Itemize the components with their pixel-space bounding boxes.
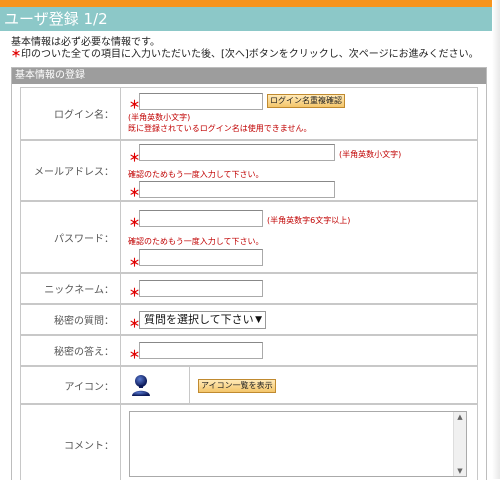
email-confirm-note: 確認のためもう一度入力して下さい。	[128, 170, 264, 179]
intro-line-2: ＊印のついた全ての項目に入力いただいた後、[次へ]ボタンをクリックし、次ページに…	[11, 49, 479, 60]
basic-info-panel: 基本情報の登録 ログイン名： ＊ ログイン名重複確認 (半角英数小文字) 既に登…	[11, 67, 487, 480]
top-accent-strip	[0, 0, 500, 7]
secret-answer-label: 秘密の答え：	[21, 336, 121, 365]
icon-label: アイコン：	[21, 367, 121, 403]
nickname-input[interactable]	[139, 280, 263, 297]
login-duplicate-check-button[interactable]: ログイン名重複確認	[267, 94, 345, 108]
icon-preview-cell	[121, 367, 190, 403]
email-row: メールアドレス： ＊ (半角英数小文字) 確認のためもう一度入力して下さい。 ＊	[20, 140, 478, 201]
icon-row: アイコン： アイコン一覧を表示	[20, 366, 478, 404]
section-header: 基本情報の登録	[12, 68, 486, 84]
required-mark: ＊	[11, 49, 21, 60]
nickname-row: ニックネーム： ＊	[20, 273, 478, 304]
secret-answer-row: 秘密の答え： ＊	[20, 335, 478, 366]
email-confirm-input[interactable]	[139, 181, 335, 198]
page-right-shadow	[492, 0, 500, 479]
dropdown-arrow-icon: ▼	[255, 315, 262, 325]
intro-text: 基本情報は必ず必要な情報です。 ＊印のついた全ての項目に入力いただいた後、[次へ…	[11, 37, 496, 61]
login-name-label: ログイン名：	[21, 88, 121, 139]
secret-answer-input[interactable]	[139, 342, 263, 359]
intro-line-1: 基本情報は必ず必要な情報です。	[11, 37, 160, 48]
title-bar: ユーザ登録 1/2	[0, 7, 500, 31]
login-name-row: ログイン名： ＊ ログイン名重複確認 (半角英数小文字) 既に登録されているログ…	[20, 87, 478, 140]
user-silhouette-icon	[132, 375, 150, 396]
secret-question-select[interactable]: 質問を選択して下さい ▼	[139, 311, 266, 329]
password-label: パスワード：	[21, 202, 121, 272]
login-name-note-2: 既に登録されているログイン名は使用できません。	[128, 124, 312, 133]
email-input[interactable]	[139, 144, 335, 161]
nickname-label: ニックネーム：	[21, 274, 121, 303]
icon-list-button[interactable]: アイコン一覧を表示	[198, 379, 276, 393]
comment-textarea[interactable]: ▲ ▼	[129, 411, 467, 477]
email-hint: (半角英数小文字)	[339, 150, 402, 159]
email-label: メールアドレス：	[21, 141, 121, 200]
secret-question-selected: 質問を選択して下さい	[144, 313, 254, 326]
password-confirm-note: 確認のためもう一度入力して下さい。	[128, 237, 264, 246]
login-name-input[interactable]	[139, 93, 263, 110]
comment-label: コメント：	[21, 405, 121, 480]
comment-row: コメント： ▲ ▼	[20, 404, 478, 480]
scroll-down-arrow-icon[interactable]: ▼	[454, 466, 466, 476]
secret-question-row: 秘密の質問： ＊ 質問を選択して下さい ▼	[20, 304, 478, 335]
password-confirm-input[interactable]	[139, 249, 263, 266]
login-name-note-1: (半角英数小文字)	[128, 113, 191, 122]
secret-question-label: 秘密の質問：	[21, 305, 121, 334]
page-title: ユーザ登録 1/2	[4, 10, 108, 28]
comment-scrollbar[interactable]: ▲ ▼	[453, 412, 466, 476]
scroll-up-arrow-icon[interactable]: ▲	[454, 412, 466, 422]
password-hint: (半角英数字6文字以上)	[267, 216, 351, 225]
password-input[interactable]	[139, 210, 263, 227]
password-row: パスワード： ＊ (半角英数字6文字以上) 確認のためもう一度入力して下さい。 …	[20, 201, 478, 273]
